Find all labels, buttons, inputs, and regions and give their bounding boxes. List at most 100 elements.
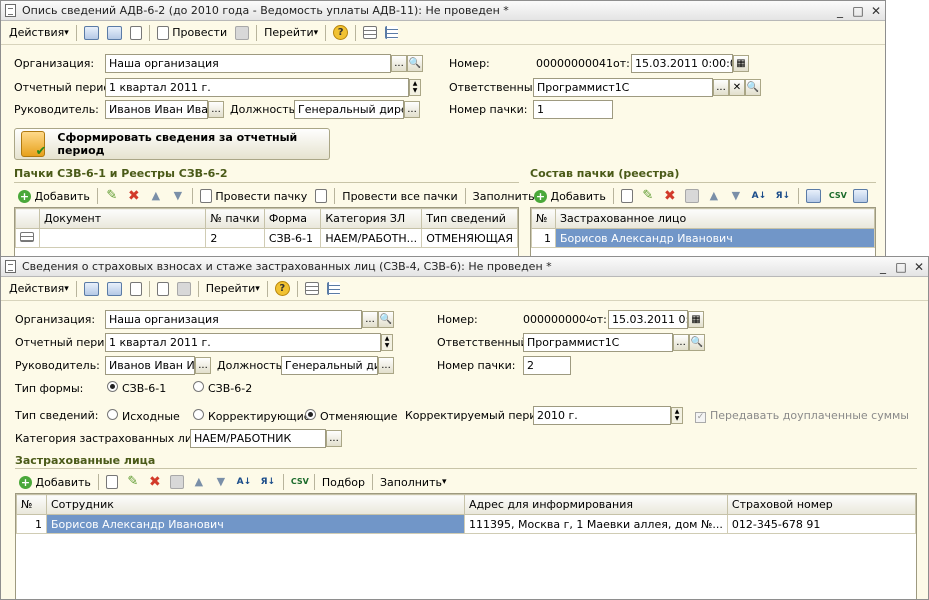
column-header[interactable]: Документ — [38, 208, 207, 229]
sort-asc-icon[interactable]: A↓ — [232, 472, 256, 492]
sort-asc-icon[interactable]: A↓ — [747, 186, 771, 206]
unpost-icon[interactable] — [173, 279, 195, 299]
titlebar[interactable]: Опись сведений АДВ-6-2 (до 2010 года - В… — [1, 1, 885, 21]
table-row[interactable]: 1 Борисов Александр Иванович 111395, Мос… — [16, 514, 916, 534]
help-icon[interactable]: ? — [271, 279, 294, 299]
date-field[interactable]: 15.03.2011 0:00 — [608, 310, 688, 329]
maximize-icon[interactable]: □ — [892, 260, 910, 274]
refresh-icon[interactable] — [103, 279, 126, 299]
goto-menu[interactable]: Перейти — [260, 23, 322, 43]
column-header[interactable]: № — [16, 494, 47, 515]
calendar-icon[interactable]: ▦ — [733, 55, 749, 72]
select-icon[interactable]: ... — [378, 357, 394, 374]
pack-field[interactable]: 2 — [523, 356, 571, 375]
copy-row-icon[interactable] — [102, 472, 122, 492]
delete-icon[interactable]: ✖ — [144, 472, 166, 492]
post-all-button[interactable]: Провести все пачки — [338, 186, 461, 206]
select-button[interactable]: Подбор — [318, 472, 369, 492]
pack-doc-icon[interactable] — [311, 186, 331, 206]
column-header[interactable]: Адрес для информирования — [464, 494, 728, 515]
radio-initial[interactable]: Исходные — [107, 408, 193, 423]
corr-period-spin[interactable]: ▲ ▼ — [671, 407, 683, 424]
column-header[interactable]: Страховой номер — [726, 494, 916, 515]
select-icon[interactable]: ... — [391, 55, 407, 72]
list-icon[interactable] — [359, 23, 381, 43]
search-icon[interactable]: 🔍 — [407, 55, 423, 72]
move-down-icon[interactable]: ▼ — [210, 472, 232, 492]
period-spin[interactable]: ▲ ▼ — [409, 79, 421, 96]
unpost-icon[interactable] — [231, 23, 253, 43]
end-edit-icon[interactable] — [166, 472, 188, 492]
structure-icon[interactable] — [381, 23, 402, 43]
goto-menu[interactable]: Перейти — [202, 279, 264, 299]
search-icon[interactable]: 🔍 — [689, 334, 705, 351]
structure-icon[interactable] — [323, 279, 344, 299]
help-icon[interactable]: ? — [329, 23, 352, 43]
edit-icon[interactable]: ✎ — [101, 186, 123, 206]
column-header[interactable]: Категория ЗЛ — [320, 208, 423, 229]
titlebar[interactable]: Сведения о страховых взносах и стаже зас… — [1, 257, 928, 277]
head-field[interactable]: Иванов Иван Ива — [105, 356, 195, 375]
radio-szv-6-2[interactable]: СЗВ-6-2 — [193, 381, 252, 395]
csv-icon[interactable]: CSV — [825, 186, 849, 206]
search-icon[interactable]: 🔍 — [745, 79, 761, 96]
select-icon[interactable]: ... — [713, 79, 729, 96]
save-icon[interactable] — [80, 23, 103, 43]
edit-icon[interactable]: ✎ — [122, 472, 144, 492]
radio-szv-6-1[interactable]: СЗВ-6-1 — [107, 381, 193, 395]
sort-desc-icon[interactable]: Я↓ — [771, 186, 795, 206]
date-field[interactable]: 15.03.2011 0:00:00 — [631, 54, 733, 73]
move-up-icon[interactable]: ▲ — [188, 472, 210, 492]
select-icon[interactable]: ... — [362, 311, 378, 328]
period-field[interactable]: 1 квартал 2011 г. — [105, 78, 409, 97]
close-icon[interactable]: ✕ — [867, 4, 885, 18]
table-row[interactable]: 1 Борисов Александр Иванович — [531, 228, 875, 248]
refresh-icon[interactable] — [103, 23, 126, 43]
corr-period-field[interactable]: 2010 г. — [533, 406, 671, 425]
period-field[interactable]: 1 квартал 2011 г. — [105, 333, 381, 352]
post-pack-button[interactable]: Провести пачку — [196, 186, 311, 206]
copy-icon[interactable] — [126, 279, 146, 299]
radio-corrective[interactable]: Корректирующие — [193, 408, 311, 423]
add-person-button[interactable]: + Добавить — [530, 186, 610, 206]
minimize-icon[interactable]: _ — [831, 4, 849, 18]
maximize-icon[interactable]: □ — [849, 4, 867, 18]
post-icon[interactable] — [153, 279, 173, 299]
resp-field[interactable]: Программист1С — [533, 78, 713, 97]
add-insured-button[interactable]: + Добавить — [15, 472, 95, 492]
save-icon[interactable] — [80, 279, 103, 299]
column-header[interactable]: Тип сведений — [421, 208, 518, 229]
org-field[interactable]: Наша организация — [105, 54, 391, 73]
delete-icon[interactable]: ✖ — [659, 186, 681, 206]
pack-field[interactable]: 1 — [533, 100, 613, 119]
column-header[interactable]: № пачки — [205, 208, 265, 229]
csv-icon[interactable]: CSV — [287, 472, 311, 492]
position-field[interactable]: Генеральный дире — [281, 356, 378, 375]
post-button[interactable]: Провести — [153, 23, 231, 43]
head-field[interactable]: Иванов Иван Ивано — [105, 100, 208, 119]
edit-icon[interactable]: ✎ — [637, 186, 659, 206]
fill-menu[interactable]: Заполнить — [376, 472, 451, 492]
generate-report-button[interactable]: Сформировать сведения за отчетный период — [14, 128, 330, 160]
add-pack-button[interactable]: + Добавить — [14, 186, 94, 206]
sort-desc-icon[interactable]: Я↓ — [256, 472, 280, 492]
table-row[interactable]: Сведения о страховых вз... 2 СЗВ-6-1 НАЕ… — [15, 228, 518, 248]
clear-icon[interactable]: ✕ — [729, 79, 745, 96]
org-field[interactable]: Наша организация — [105, 310, 362, 329]
calendar-icon[interactable]: ▦ — [688, 311, 704, 328]
column-header[interactable]: Застрахованное лицо — [555, 208, 875, 229]
column-header[interactable]: № — [531, 208, 556, 229]
select-icon[interactable]: ... — [404, 101, 420, 118]
import-icon[interactable] — [802, 186, 825, 206]
actions-menu[interactable]: Действия — [5, 279, 73, 299]
resp-field[interactable]: Программист1С — [523, 333, 673, 352]
radio-cancelling[interactable]: Отменяющие — [305, 408, 405, 423]
list-icon[interactable] — [301, 279, 323, 299]
delete-icon[interactable]: ✖ — [123, 186, 145, 206]
select-icon[interactable]: ... — [673, 334, 689, 351]
print-icon[interactable] — [849, 186, 872, 206]
actions-menu[interactable]: Действия — [5, 23, 73, 43]
category-field[interactable]: НАЕМ/РАБОТНИК — [190, 429, 326, 448]
column-header[interactable]: Форма — [263, 208, 322, 229]
copy-row-icon[interactable] — [617, 186, 637, 206]
